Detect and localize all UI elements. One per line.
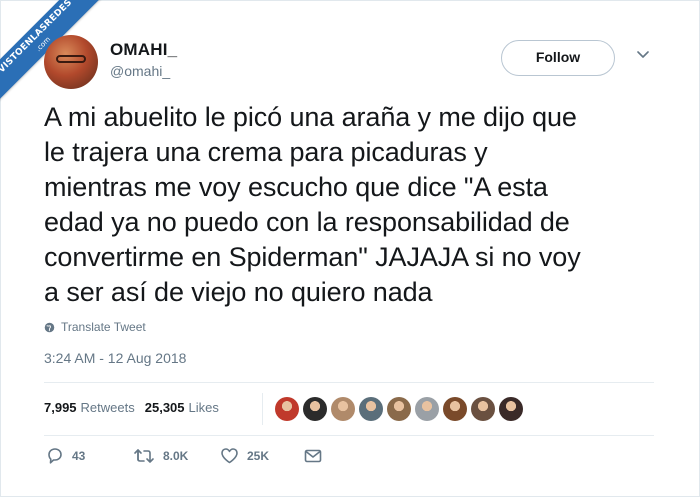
tweet-text: A mi abuelito le picó una araña y me dij… <box>44 102 581 307</box>
follow-button[interactable]: Follow <box>501 40 615 76</box>
retweets-stat[interactable]: 7,995 Retweets <box>44 400 135 415</box>
avatar-red-icon[interactable] <box>275 397 299 421</box>
tweet-timestamp[interactable]: 3:24 AM - 12 Aug 2018 <box>44 350 186 366</box>
retweet-icon <box>134 448 154 463</box>
likes-label: Likes <box>188 400 219 415</box>
avatar-dark2-icon[interactable] <box>499 397 523 421</box>
divider-bottom <box>44 435 654 436</box>
avatar-girl-icon[interactable] <box>387 397 411 421</box>
divider-top <box>44 382 654 383</box>
avatar-grey-icon[interactable] <box>415 397 439 421</box>
avatar-man-icon[interactable] <box>471 397 495 421</box>
globe-icon <box>44 322 55 332</box>
envelope-icon <box>304 449 322 462</box>
direct-message-button[interactable] <box>304 449 322 463</box>
reply-button[interactable]: 43 <box>46 447 133 464</box>
reply-count: 43 <box>72 448 86 463</box>
chevron-down-icon[interactable] <box>637 50 649 60</box>
reply-icon <box>48 448 62 464</box>
stats-separator <box>262 393 263 425</box>
translate-tweet-link[interactable]: Translate Tweet <box>44 320 146 334</box>
avatar-dark-icon[interactable] <box>303 397 327 421</box>
retweets-count: 7,995 <box>44 400 77 415</box>
tweet-actions: 43 8.0K 25K <box>46 447 322 464</box>
heart-icon <box>221 448 238 464</box>
avatar-glasses <box>56 55 86 63</box>
like-button[interactable]: 25K <box>220 447 304 464</box>
avatar-group-icon[interactable] <box>359 397 383 421</box>
author-name[interactable]: OMAHI_ <box>110 40 177 60</box>
liker-avatars <box>275 397 527 421</box>
retweet-button[interactable]: 8.0K <box>133 448 220 464</box>
retweets-label: Retweets <box>80 400 135 415</box>
author-avatar[interactable] <box>44 35 98 89</box>
avatar-tan-icon[interactable] <box>331 397 355 421</box>
likes-count: 25,305 <box>144 400 185 415</box>
avatar-brown-icon[interactable] <box>443 397 467 421</box>
tweet-stats: 7,995 Retweets 25,305 Likes <box>44 400 229 415</box>
like-count: 25K <box>247 448 270 463</box>
retweet-count: 8.0K <box>163 448 189 463</box>
translate-label: Translate Tweet <box>61 320 146 334</box>
author-handle[interactable]: @omahi_ <box>110 63 170 79</box>
likes-stat[interactable]: 25,305 Likes <box>145 400 219 415</box>
